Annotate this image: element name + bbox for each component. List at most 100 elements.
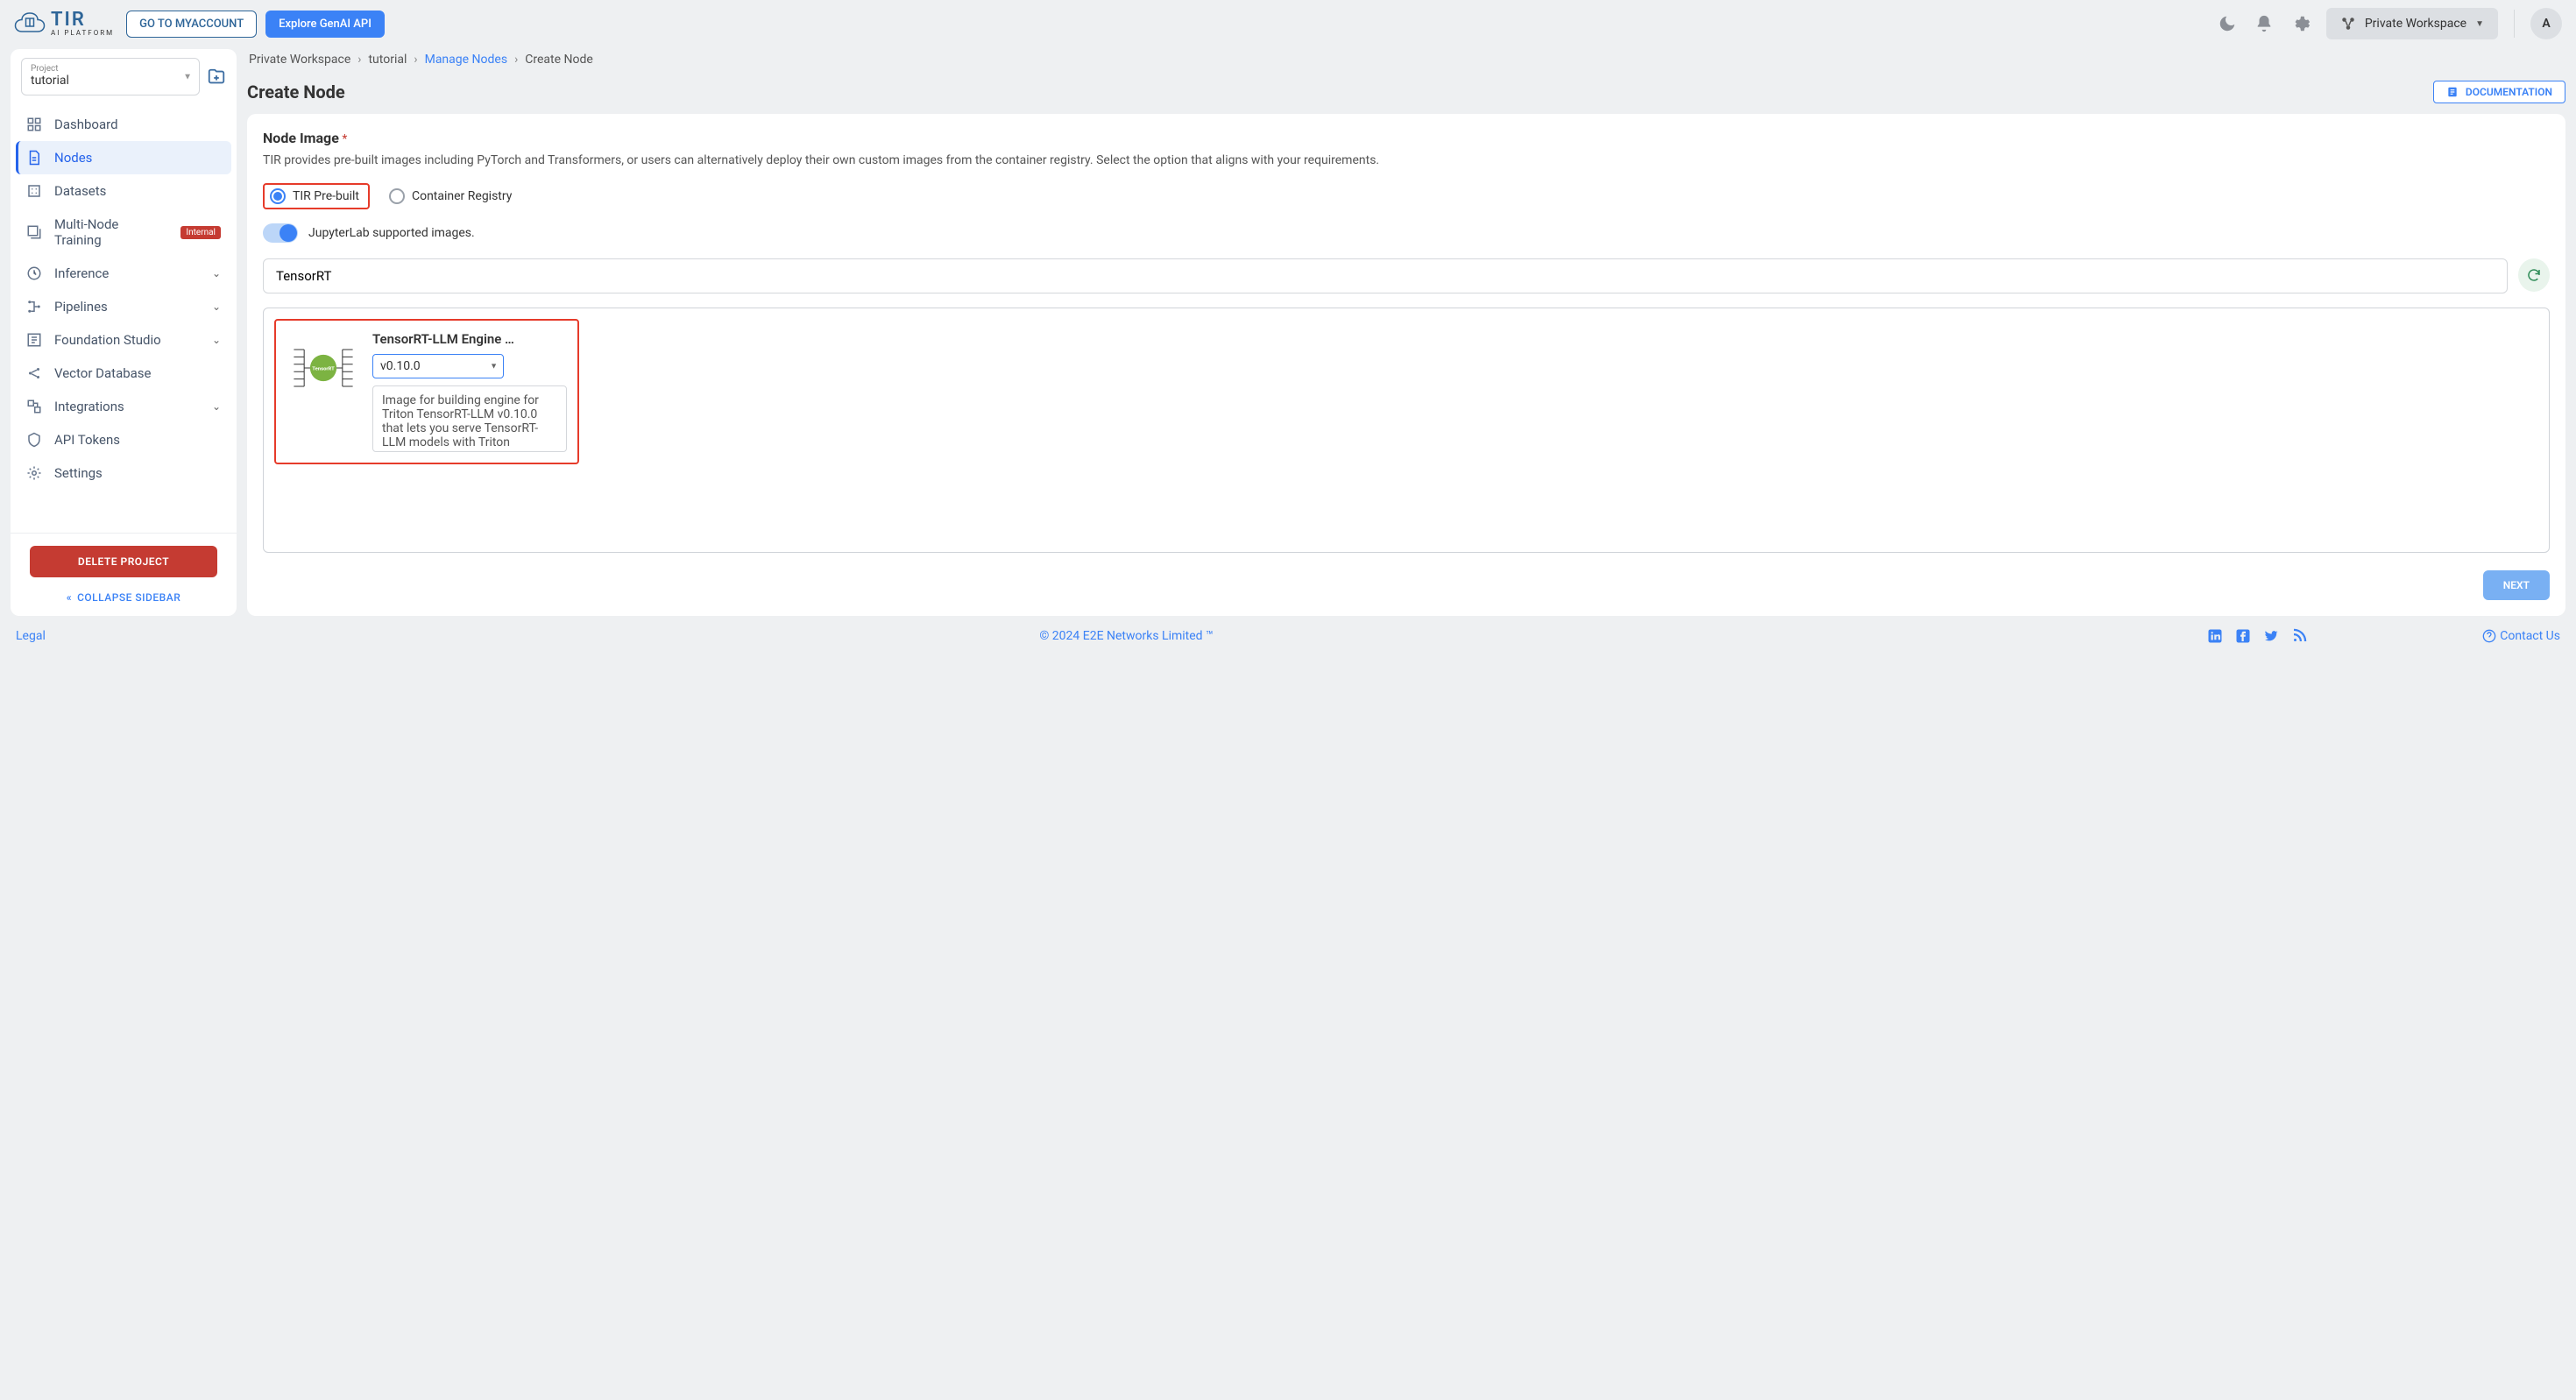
document-icon (2446, 86, 2459, 98)
workspace-label: Private Workspace (2365, 17, 2466, 31)
sidebar-item-dashboard[interactable]: Dashboard (16, 108, 231, 141)
collapse-label: COLLAPSE SIDEBAR (77, 591, 180, 604)
divider (2514, 10, 2515, 38)
jupyterlab-toggle[interactable] (263, 223, 298, 243)
delete-project-button[interactable]: DELETE PROJECT (30, 546, 217, 577)
collapse-sidebar-button[interactable]: « COLLAPSE SIDEBAR (67, 591, 181, 604)
toggle-label: JupyterLab supported images. (308, 226, 475, 240)
api-tokens-icon (26, 432, 42, 448)
workspace-selector[interactable]: Private Workspace ▼ (2326, 8, 2498, 39)
radio-label: TIR Pre-built (293, 189, 359, 203)
version-select[interactable]: v0.10.0 ▼ (372, 354, 504, 378)
chevron-left-icon: « (67, 591, 72, 604)
radio-icon (389, 188, 405, 204)
linkedin-icon[interactable] (2207, 628, 2223, 644)
footer: Legal © 2024 E2E Networks Limited ™ Cont… (0, 621, 2576, 651)
sidebar-item-label: Vector Database (54, 365, 152, 381)
crumb-create-node: Create Node (525, 53, 593, 67)
workspace-icon (2340, 16, 2356, 32)
copyright: © 2024 E2E Networks Limited ™ (46, 629, 2207, 643)
image-card-description: Image for building engine for Triton Ten… (372, 385, 567, 452)
integrations-icon (26, 399, 42, 414)
radio-container-registry[interactable]: Container Registry (384, 185, 520, 208)
crumb-workspace[interactable]: Private Workspace (249, 53, 350, 67)
logo-title: TIR (51, 11, 114, 30)
gear-icon[interactable] (2291, 14, 2311, 33)
image-card-tensorrt[interactable]: TensorRT TensorRT-LLM Engine … v0.10.0 ▼… (274, 319, 579, 464)
sidebar-item-label: Pipelines (54, 299, 108, 315)
facebook-icon[interactable] (2235, 628, 2251, 644)
version-value: v0.10.0 (380, 359, 421, 373)
breadcrumb: Private Workspace tutorial Manage Nodes … (247, 49, 2565, 70)
sidebar-item-nodes[interactable]: Nodes (16, 141, 231, 174)
radio-tir-prebuilt[interactable]: TIR Pre-built (263, 183, 370, 209)
page-title: Create Node (247, 81, 345, 103)
multi-node-icon (26, 224, 42, 240)
chevron-down-icon: ⌄ (212, 334, 221, 346)
next-button[interactable]: NEXT (2483, 570, 2550, 600)
header: TIR AI PLATFORM GO TO MYACCOUNT Explore … (0, 0, 2576, 47)
refresh-button[interactable] (2518, 258, 2550, 292)
radio-icon (270, 188, 286, 204)
avatar[interactable]: A (2530, 8, 2562, 39)
sidebar-item-label: Settings (54, 465, 103, 481)
project-select-value: tutorial (31, 74, 190, 88)
sidebar-item-foundation-studio[interactable]: Foundation Studio ⌄ (16, 323, 231, 357)
sidebar-item-pipelines[interactable]: Pipelines ⌄ (16, 290, 231, 323)
dashboard-icon (26, 117, 42, 132)
settings-icon (26, 465, 42, 481)
caret-down-icon: ▼ (183, 72, 192, 81)
sidebar-item-label: API Tokens (54, 432, 120, 448)
sidebar-item-settings[interactable]: Settings (16, 456, 231, 490)
myaccount-button[interactable]: GO TO MYACCOUNT (126, 11, 257, 38)
image-search-input[interactable] (263, 258, 2508, 293)
images-list: TensorRT TensorRT-LLM Engine … v0.10.0 ▼… (263, 308, 2550, 553)
sidebar: Project tutorial ▼ Dashboard Nodes Datas… (11, 49, 237, 616)
rss-icon[interactable] (2291, 628, 2307, 644)
radio-label: Container Registry (412, 189, 512, 203)
twitter-icon[interactable] (2263, 628, 2279, 644)
crumb-manage-nodes[interactable]: Manage Nodes (425, 53, 507, 67)
social-links (2207, 628, 2307, 644)
internal-badge: Internal (180, 226, 221, 239)
new-project-icon[interactable] (207, 67, 226, 87)
sidebar-item-vector-database[interactable]: Vector Database (16, 357, 231, 390)
project-select-label: Project (31, 64, 190, 74)
sidebar-item-integrations[interactable]: Integrations ⌄ (16, 390, 231, 423)
contact-label: Contact Us (2500, 629, 2560, 643)
pipelines-icon (26, 299, 42, 315)
sidebar-item-label: Integrations (54, 399, 124, 414)
section-description: TIR provides pre-built images including … (263, 152, 2550, 169)
sidebar-item-label: Nodes (54, 150, 92, 166)
node-image-card: Node Image * TIR provides pre-built imag… (247, 114, 2565, 616)
crumb-project[interactable]: tutorial (368, 53, 407, 67)
required-asterisk: * (342, 132, 347, 146)
project-select[interactable]: Project tutorial ▼ (21, 58, 200, 95)
vector-db-icon (26, 365, 42, 381)
section-title: Node Image (263, 130, 339, 146)
logo[interactable]: TIR AI PLATFORM (14, 10, 114, 38)
sidebar-item-label: Inference (54, 265, 109, 281)
chevron-down-icon: ⌄ (212, 400, 221, 413)
datasets-icon (26, 183, 42, 199)
sidebar-item-label: Datasets (54, 183, 106, 199)
legal-link[interactable]: Legal (16, 629, 46, 643)
image-card-title: TensorRT-LLM Engine … (372, 331, 567, 347)
sidebar-item-label: Foundation Studio (54, 332, 161, 348)
caret-down-icon: ▼ (490, 362, 498, 371)
chevron-down-icon: ⌄ (212, 267, 221, 279)
sidebar-item-datasets[interactable]: Datasets (16, 174, 231, 208)
chevron-down-icon: ⌄ (212, 301, 221, 313)
sidebar-item-label: Multi-Node Training (54, 216, 168, 248)
dark-mode-icon[interactable] (2218, 14, 2237, 33)
main: Private Workspace tutorial Manage Nodes … (247, 49, 2565, 616)
bell-icon[interactable] (2254, 14, 2274, 33)
sidebar-item-multi-node[interactable]: Multi-Node Training Internal (16, 208, 231, 257)
help-icon (2482, 629, 2496, 643)
sidebar-item-label: Dashboard (54, 117, 118, 132)
sidebar-item-api-tokens[interactable]: API Tokens (16, 423, 231, 456)
documentation-button[interactable]: DOCUMENTATION (2433, 81, 2565, 103)
sidebar-item-inference[interactable]: Inference ⌄ (16, 257, 231, 290)
contact-us-link[interactable]: Contact Us (2482, 629, 2560, 643)
explore-genai-button[interactable]: Explore GenAI API (265, 11, 385, 38)
